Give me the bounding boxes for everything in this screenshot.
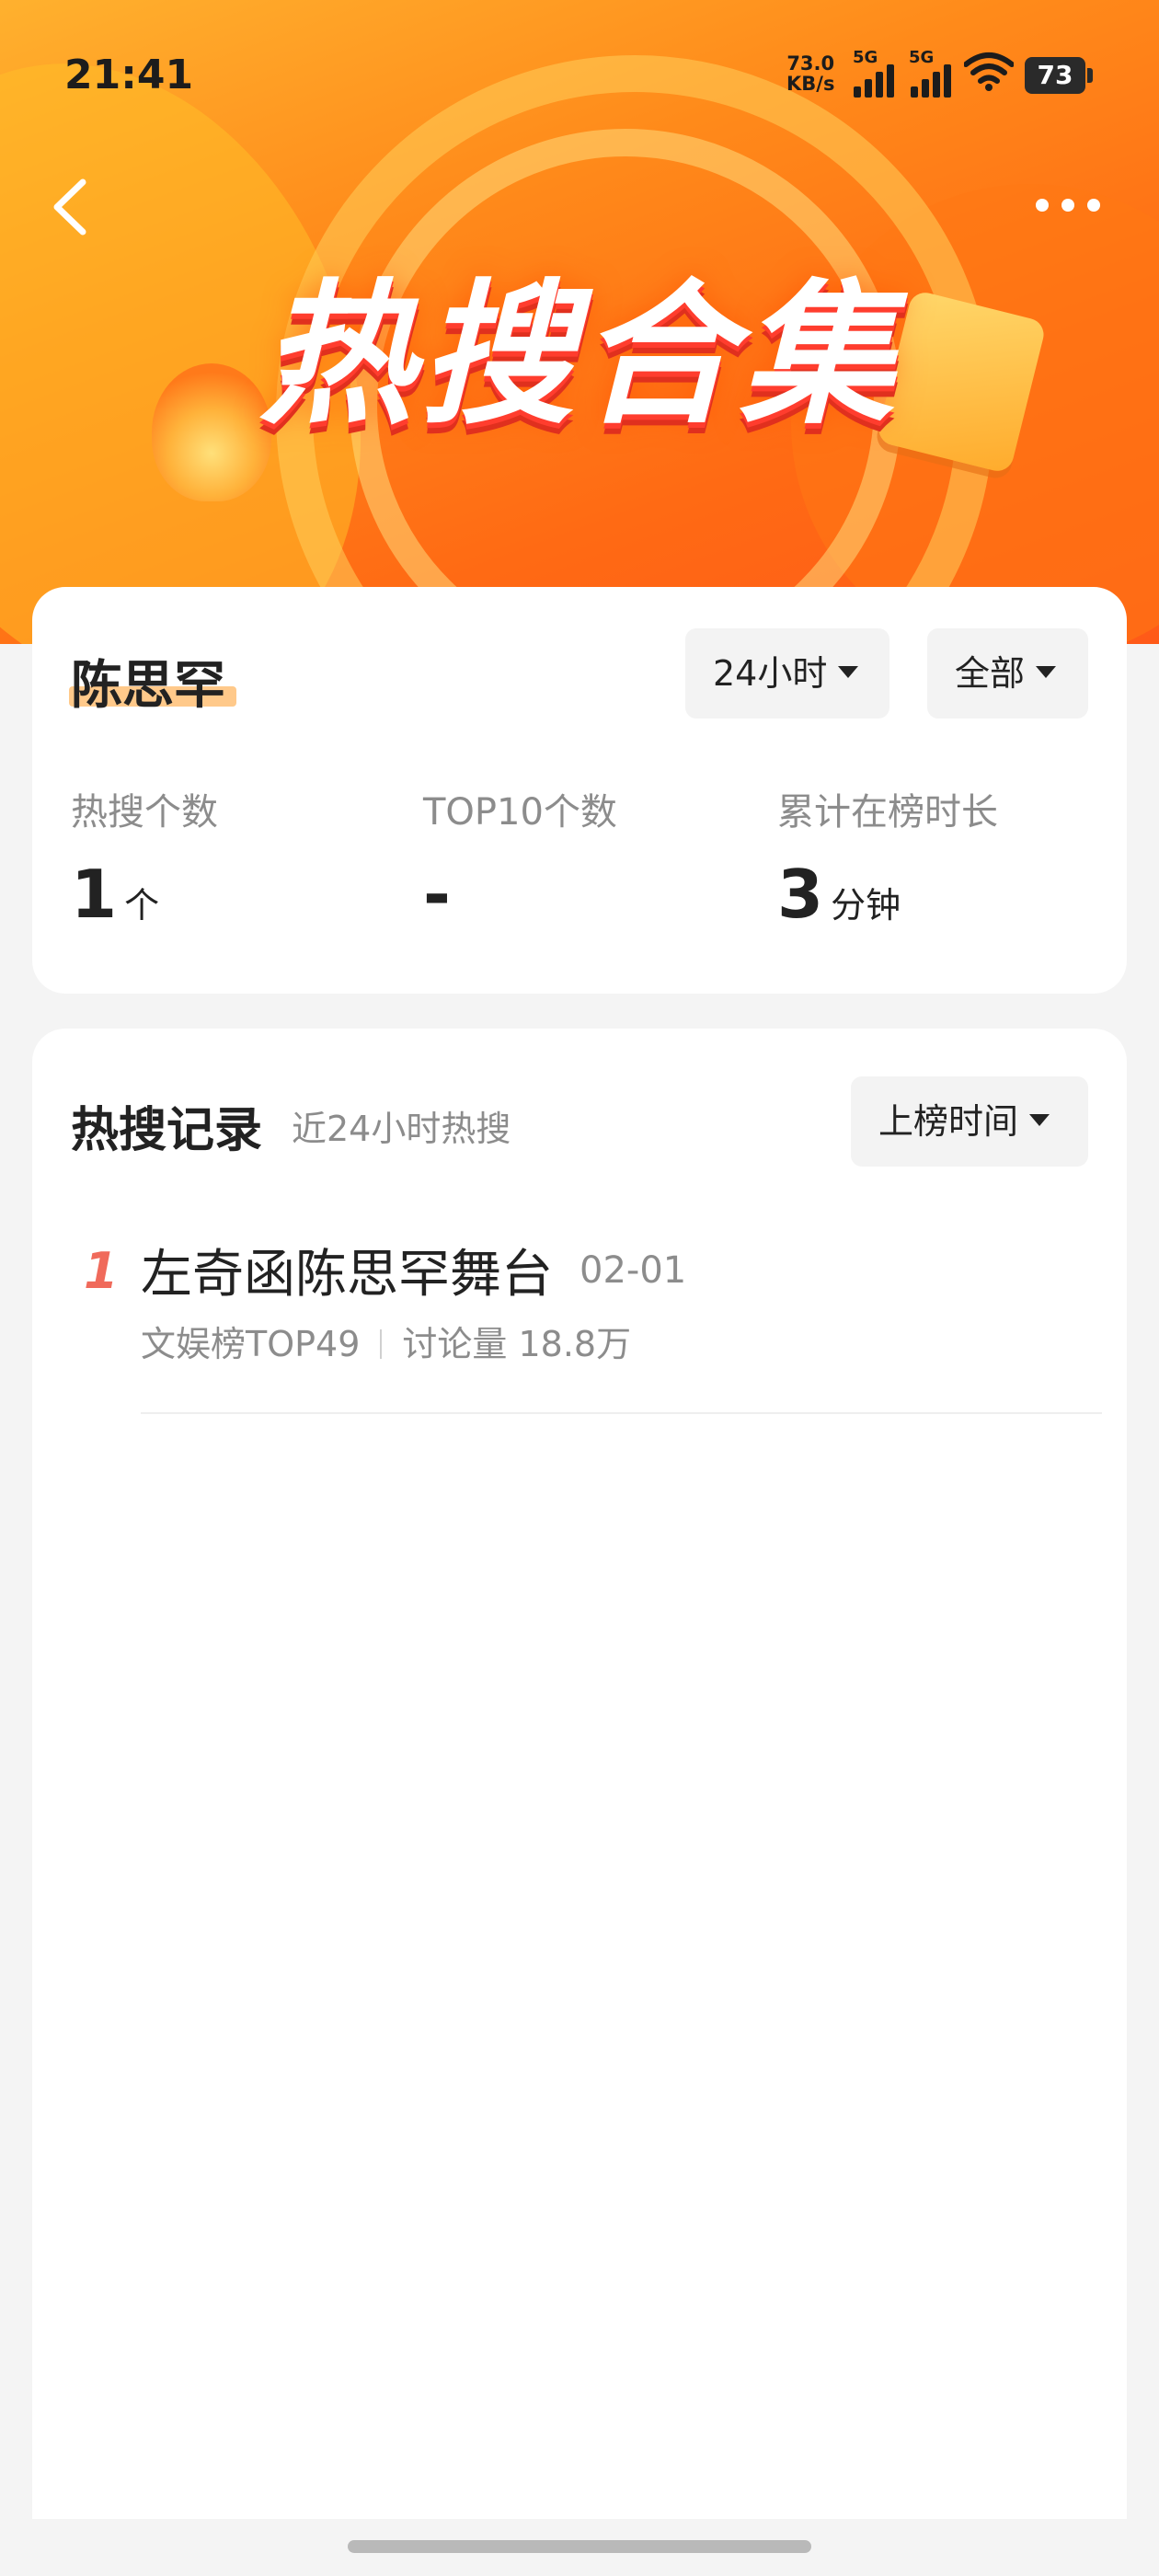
stat-label: 热搜个数 <box>71 791 218 834</box>
stat-value: 1个 <box>71 856 160 933</box>
caret-down-icon <box>1036 666 1057 678</box>
sort-label: 上榜时间 <box>878 1101 1019 1142</box>
home-indicator[interactable] <box>348 2540 811 2553</box>
time-range-label: 24小时 <box>713 653 828 694</box>
summary-card: 陈思罕 24小时 全部 热搜个数 1个 TOP10个数 - 累计在榜时长 3 分钟 <box>32 587 1127 994</box>
record-title[interactable]: 左奇函陈思罕舞台 <box>141 1233 553 1307</box>
record-board: 文娱榜TOP49 <box>141 1324 361 1364</box>
stat-value: 3 分钟 <box>777 856 901 933</box>
row-divider <box>141 1412 1102 1414</box>
stat-top10-count: TOP10个数 - <box>423 782 617 938</box>
record-discussion: 讨论量 18.8万 <box>402 1324 632 1364</box>
record-meta: 文娱榜TOP49 讨论量 18.8万 <box>141 1316 631 1366</box>
time-range-dropdown[interactable]: 24小时 <box>685 628 889 719</box>
rank-number: 1 <box>84 1242 119 1300</box>
stat-total-duration: 累计在榜时长 3 分钟 <box>777 782 998 938</box>
meta-divider <box>380 1328 383 1359</box>
more-options-icon[interactable] <box>1034 191 1107 219</box>
signal-icon <box>854 63 900 98</box>
signal-icon <box>911 63 957 98</box>
network-speed-value: 73.0 <box>786 52 835 75</box>
caret-down-icon <box>1029 1114 1050 1126</box>
scope-label: 全部 <box>955 653 1026 694</box>
records-card: 热搜记录 近24小时热搜 上榜时间 1 左奇函陈思罕舞台 02-01 文娱榜TO… <box>32 1029 1127 2519</box>
records-subtitle: 近24小时热搜 <box>292 1109 511 1149</box>
battery-indicator: 73 <box>1025 57 1093 94</box>
caret-down-icon <box>838 666 859 678</box>
stat-unit: 个 <box>124 885 160 926</box>
person-name: 陈思罕 <box>71 656 225 716</box>
status-time: 21:41 <box>64 52 194 98</box>
back-arrow-icon[interactable] <box>44 175 99 239</box>
stat-value: - <box>423 856 451 933</box>
network-speed: 73.0 KB/s <box>786 53 834 94</box>
record-date: 02-01 <box>580 1249 687 1292</box>
stat-label: 累计在榜时长 <box>777 791 998 834</box>
sort-dropdown[interactable]: 上榜时间 <box>851 1076 1088 1167</box>
stat-unit: 分钟 <box>831 885 901 926</box>
wifi-icon <box>963 52 1015 99</box>
stat-hot-search-count: 热搜个数 1个 <box>71 782 218 938</box>
scope-dropdown[interactable]: 全部 <box>927 628 1088 719</box>
network-speed-unit: KB/s <box>786 73 835 95</box>
banner-title: 热搜合集 <box>259 265 900 445</box>
records-title: 热搜记录 <box>71 1103 263 1158</box>
hero-banner: 热搜合集 21:41 73.0 KB/s 5G 5G 73 <box>0 0 1159 644</box>
stat-label: TOP10个数 <box>423 791 617 834</box>
status-bar: 21:41 73.0 KB/s 5G 5G 73 <box>0 0 1159 152</box>
